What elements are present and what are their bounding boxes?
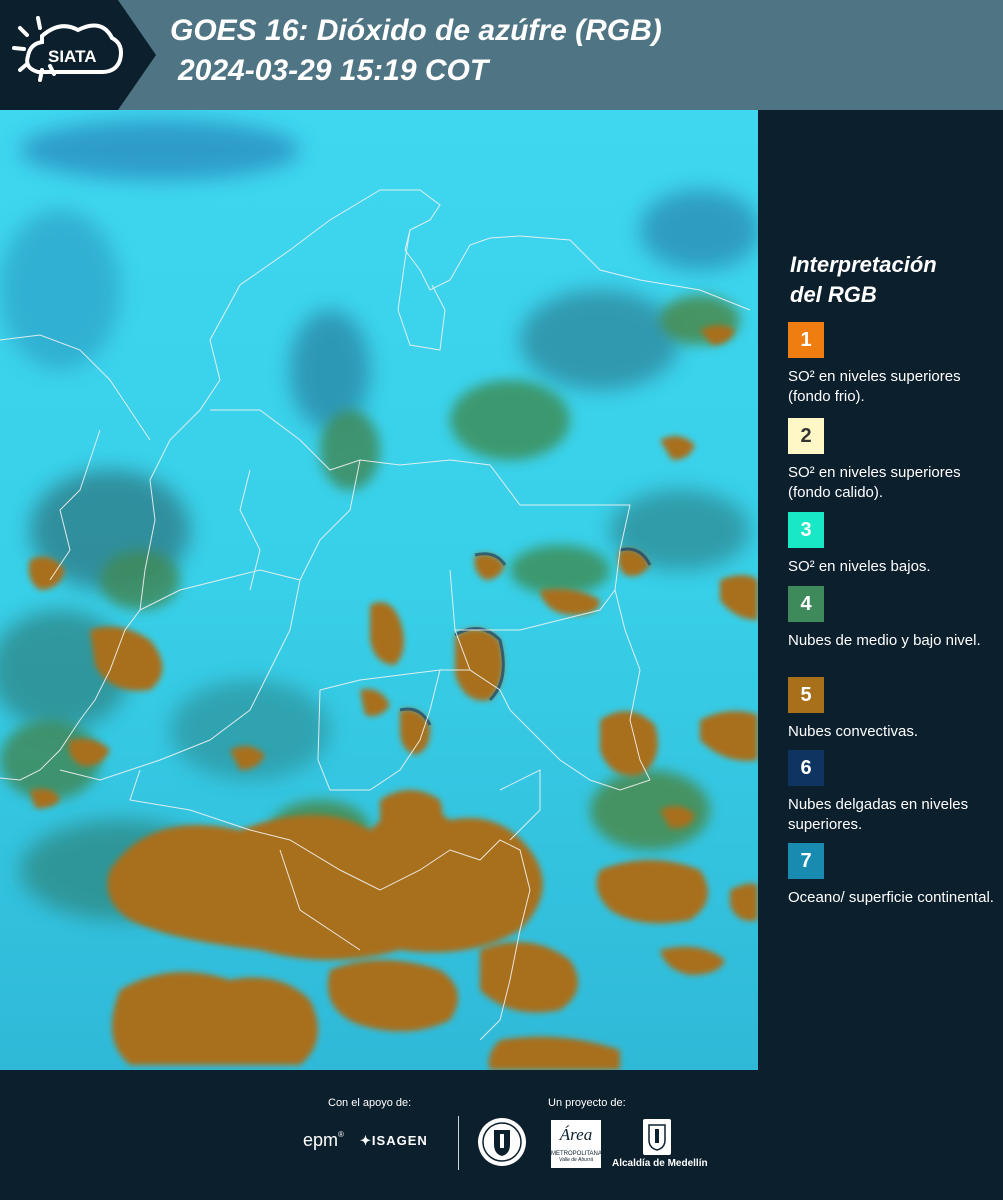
legend-text-4: Nubes de medio y bajo nivel. [788, 632, 981, 649]
legend-item-1: 1 SO² en niveles superiores (fondo frio)… [788, 322, 998, 407]
legend-swatch-5: 5 [788, 677, 824, 713]
legend-item-4: 4 Nubes de medio y bajo nivel. [788, 586, 998, 651]
legend-text-6: Nubes delgadas en niveles superiores. [788, 796, 969, 833]
alcaldia-text: Alcaldía de Medellín [612, 1158, 708, 1169]
project-label: Un proyecto de: [548, 1097, 626, 1109]
isagen-logo: ✦ISAGEN [360, 1133, 428, 1149]
area-name: Área [559, 1125, 593, 1144]
area-metropolitana-logo: Área METROPOLITANA Valle de Aburrá [551, 1120, 602, 1168]
footer: Con el apoyo de: Un proyecto de: epm® ✦I… [0, 1070, 1003, 1200]
legend-title-line2: del RGB [790, 282, 877, 307]
legend-text-7: Oceano/ superficie continental. [788, 889, 994, 906]
legend-swatch-3: 3 [788, 512, 824, 548]
legend-item-3: 3 SO² en niveles bajos. [788, 512, 998, 577]
legend-number-6: 6 [800, 756, 812, 779]
legend-swatch-7: 7 [788, 843, 824, 879]
siata-logo: SIATA [12, 16, 123, 82]
legend-text-2: SO² en niveles superiores (fondo calido)… [788, 464, 961, 501]
legend-item-7: 7 Oceano/ superficie continental. [788, 843, 998, 908]
legend-swatch-4: 4 [788, 586, 824, 622]
legend-title-line1: Interpretación [790, 252, 937, 277]
header: SIATA GOES 16: Dióxido de azúfre (RGB) 2… [0, 0, 1003, 110]
legend-number-7: 7 [800, 849, 812, 872]
satellite-image [0, 110, 758, 1070]
epm-text: epm [303, 1130, 339, 1150]
legend-text-5: Nubes convectivas. [788, 723, 919, 740]
support-label: Con el apoyo de: [328, 1097, 412, 1109]
legend-text-1: SO² en niveles superiores (fondo frio). [788, 368, 961, 405]
legend-item-2: 2 SO² en niveles superiores (fondo calid… [788, 418, 998, 503]
legend-text-3: SO² en niveles bajos. [788, 558, 931, 575]
legend-title: Interpretación del RGB [790, 250, 990, 310]
logo-text: SIATA [48, 47, 96, 66]
medellin-seal-icon [478, 1118, 526, 1166]
legend-number-1: 1 [800, 328, 812, 351]
legend-swatch-1: 1 [788, 322, 824, 358]
isagen-icon: ✦ [360, 1133, 372, 1148]
legend-swatch-2: 2 [788, 418, 824, 454]
legend-number-3: 3 [800, 518, 812, 541]
page-title: GOES 16: Dióxido de azúfre (RGB) [170, 14, 662, 47]
alcaldia-shield-icon [643, 1119, 671, 1155]
legend-panel: Interpretación del RGB 1 SO² en niveles … [758, 110, 1003, 1070]
legend-item-5: 5 Nubes convectivas. [788, 677, 998, 742]
legend-number-4: 4 [800, 592, 812, 615]
footer-divider [458, 1116, 459, 1170]
isagen-text: ISAGEN [371, 1133, 428, 1148]
epm-logo: epm® [303, 1130, 344, 1150]
timestamp: 2024-03-29 15:19 COT [178, 54, 489, 87]
legend-swatch-6: 6 [788, 750, 824, 786]
legend-number-2: 2 [800, 424, 812, 447]
legend-number-5: 5 [800, 683, 812, 706]
legend-item-6: 6 Nubes delgadas en niveles superiores. [788, 750, 998, 835]
area-sub2: Valle de Aburrá [558, 1157, 594, 1163]
